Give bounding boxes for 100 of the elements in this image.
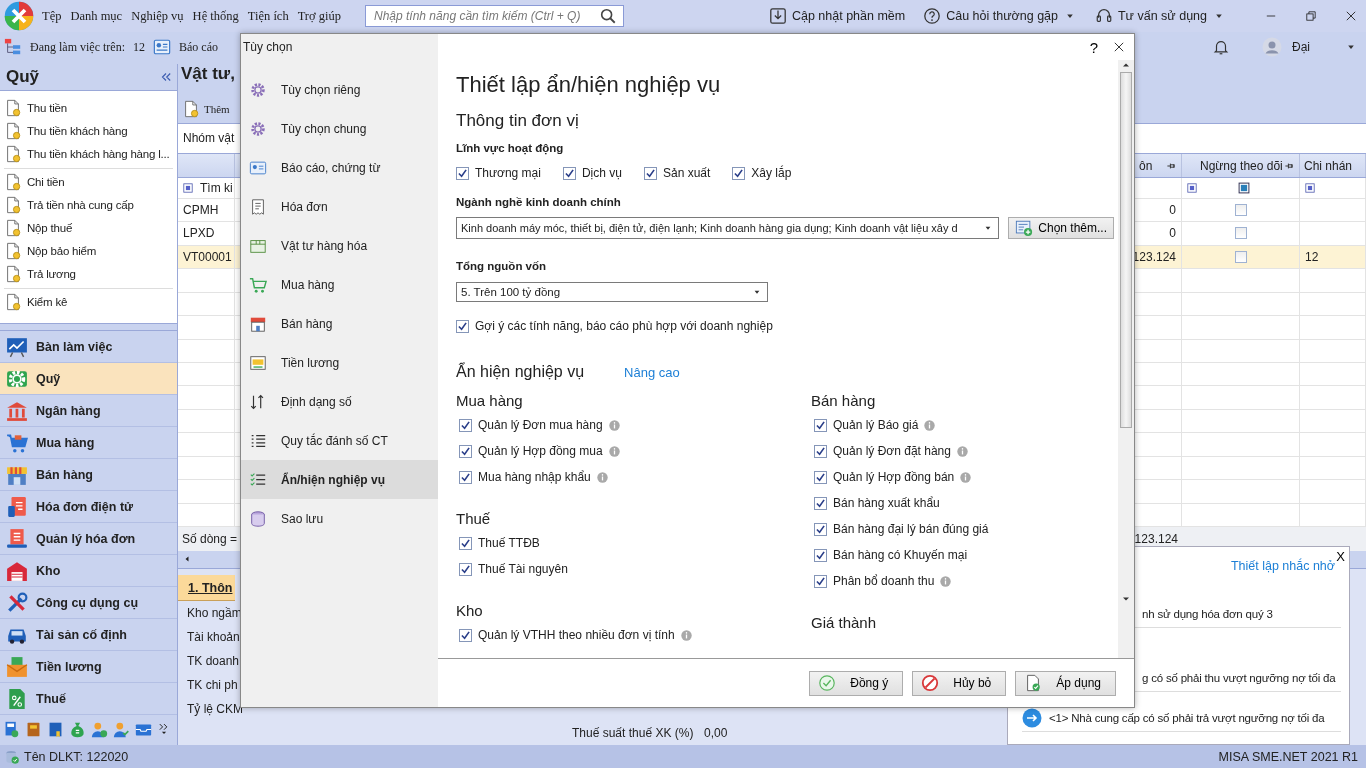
menu-item[interactable]: Tiện ích: [247, 8, 289, 24]
nav-item[interactable]: Mua hàng: [241, 265, 438, 304]
report-link[interactable]: Báo cáo: [178, 39, 218, 55]
org-chart-icon: [4, 38, 22, 56]
calculator-icon[interactable]: [3, 720, 20, 738]
checkbox[interactable]: [459, 470, 472, 484]
checkbox[interactable]: [814, 574, 827, 588]
checkbox[interactable]: [814, 418, 827, 432]
checkbox[interactable]: [814, 444, 827, 458]
group-label: Nhóm vật: [183, 131, 235, 146]
checkbox[interactable]: [562, 166, 576, 180]
capital-dropdown[interactable]: 5. Trên 100 tỷ đồng: [456, 282, 768, 302]
menu-item[interactable]: Danh mục: [70, 8, 123, 24]
nav-item[interactable]: Quy tắc đánh số CT: [241, 421, 438, 460]
help-button[interactable]: ?: [1089, 38, 1098, 56]
nav-item[interactable]: Tùy chọn chung: [241, 109, 438, 148]
detail-tab[interactable]: 1. Thôn: [178, 575, 235, 602]
sidebar-item[interactable]: Nộp thuế: [27, 221, 73, 234]
checkbox[interactable]: [814, 548, 827, 562]
nav-item[interactable]: Sao lưu: [241, 499, 438, 538]
advanced-link[interactable]: Nâng cao: [624, 364, 680, 380]
checkbox[interactable]: [459, 418, 472, 432]
sidebar-item[interactable]: Chi tiền: [27, 175, 65, 188]
sidebar-item[interactable]: Thu tiền khách hàng hàng l...: [27, 147, 170, 160]
close-button[interactable]: X: [1336, 549, 1345, 564]
choose-more-button[interactable]: Chọn thêm...: [1008, 217, 1114, 239]
nav-item[interactable]: Định dạng số: [241, 382, 438, 421]
business-dropdown[interactable]: Kinh doanh máy móc, thiết bị, điện tử, điện lạnh; Kinh doanh hàng gia dụng; Kinh doanh vật liệu xây d: [456, 217, 1000, 239]
nav-item[interactable]: Tùy chọn riêng: [241, 70, 438, 109]
reminder-item[interactable]: g có số phải thu vượt ngưỡng nợ tối đa: [1142, 672, 1336, 684]
checkbox-label: Quản lý Hợp đồng bán: [833, 470, 955, 484]
reminder-item[interactable]: <1> Nhà cung cấp có số phải trả vượt ngưỡng nợ tối đa: [1049, 712, 1325, 724]
working-on-label: Đang làm việc trên:: [30, 39, 125, 55]
checkbox-label: Mua hàng nhập khẩu: [478, 470, 591, 484]
sidebar-item[interactable]: Thu tiền khách hàng: [27, 124, 128, 137]
person-icon[interactable]: [91, 720, 108, 738]
report-icon[interactable]: [152, 38, 171, 56]
checkbox[interactable]: [1234, 250, 1247, 263]
filter-icon[interactable]: [182, 182, 194, 194]
group-heading: Mua hàng: [456, 391, 524, 411]
scrollbar-thumb[interactable]: [1120, 72, 1132, 428]
toolbar-link[interactable]: Cập nhật phần mềm: [791, 9, 906, 23]
sidebar-title: Quỹ: [6, 67, 40, 87]
sidebar-item[interactable]: Nộp bảo hiểm: [27, 244, 97, 257]
settings-link[interactable]: Thiết lập nhắc nhở: [1230, 559, 1335, 573]
checkbox[interactable]: [456, 319, 469, 333]
nav-item[interactable]: Tiền lương: [241, 343, 438, 382]
checkbox[interactable]: [814, 522, 827, 536]
search-field[interactable]: Nhập tính năng cần tìm kiếm (Ctrl + Q): [365, 5, 624, 27]
nav-item[interactable]: Hóa đơn: [241, 187, 438, 226]
sidebar-item[interactable]: Thu tiền: [27, 101, 67, 114]
checkbox[interactable]: [1234, 227, 1247, 240]
document-icon: [4, 292, 22, 311]
book-icon[interactable]: [25, 720, 42, 738]
reminder-item[interactable]: nh sử dụng hóa đơn quý 3: [1142, 608, 1273, 620]
row-count-label: Số dòng =: [182, 531, 238, 546]
menu-item[interactable]: Tệp: [42, 8, 62, 24]
sidebar-item[interactable]: Kiểm kê: [27, 295, 68, 308]
column-header[interactable]: Chi nhán: [1304, 158, 1353, 173]
checkbox[interactable]: [459, 444, 472, 458]
menu-item[interactable]: Trợ giúp: [297, 8, 341, 24]
collapse-icon[interactable]: [159, 70, 173, 84]
checkbox[interactable]: [814, 470, 827, 484]
nav-item[interactable]: Bán hàng: [241, 304, 438, 343]
module-item[interactable]: Quỹ: [0, 363, 177, 395]
column-header[interactable]: Ngừng theo dõi: [1200, 158, 1283, 173]
group-heading: Kho: [456, 601, 484, 621]
close-icon[interactable]: [1344, 9, 1358, 23]
nav-item[interactable]: Báo cáo, chứng từ: [241, 148, 438, 187]
toolbar-link[interactable]: Tư vấn sử dụng: [1118, 9, 1207, 23]
cancel-button[interactable]: Hủy bỏ: [912, 670, 1007, 696]
sidebar-item[interactable]: Trả tiền nhà cung cấp: [27, 198, 134, 211]
checkbox[interactable]: [814, 496, 827, 510]
checkbox[interactable]: [459, 562, 472, 576]
nav-item[interactable]: Vật tư hàng hóa: [241, 226, 438, 265]
filter-icon[interactable]: [1237, 181, 1251, 195]
filter-icon[interactable]: [1304, 182, 1316, 194]
checkbox[interactable]: [459, 628, 472, 642]
user-name[interactable]: Đại: [1292, 40, 1310, 54]
apply-button[interactable]: Áp dụng: [1015, 670, 1116, 696]
checkbox[interactable]: [643, 166, 657, 180]
add-link[interactable]: Thêm: [204, 102, 230, 115]
restore-icon[interactable]: [1304, 9, 1318, 23]
checkbox[interactable]: [456, 166, 469, 180]
bell-icon[interactable]: [1212, 38, 1230, 56]
menu-item[interactable]: Hệ thống: [192, 8, 239, 24]
menu-item[interactable]: Nghiệp vụ: [131, 8, 184, 24]
checkbox-label: Quản lý Đơn đặt hàng: [833, 444, 951, 458]
sidebar-item[interactable]: Trả lương: [27, 267, 76, 280]
confirm-button[interactable]: Đồng ý: [809, 670, 904, 696]
column-header[interactable]: ôn: [1139, 158, 1153, 173]
toolbar-link[interactable]: Câu hỏi thường gặp: [946, 9, 1058, 23]
bookmark-icon[interactable]: [47, 720, 64, 738]
nav-item[interactable]: Ẩn/hiện nghiệp vụ: [241, 460, 438, 499]
checkbox[interactable]: [459, 536, 472, 550]
close-button[interactable]: [1112, 40, 1126, 54]
checkbox[interactable]: [1234, 204, 1247, 216]
person-icon[interactable]: [113, 720, 130, 738]
checkbox[interactable]: [732, 166, 746, 180]
filter-icon[interactable]: [1186, 182, 1198, 194]
